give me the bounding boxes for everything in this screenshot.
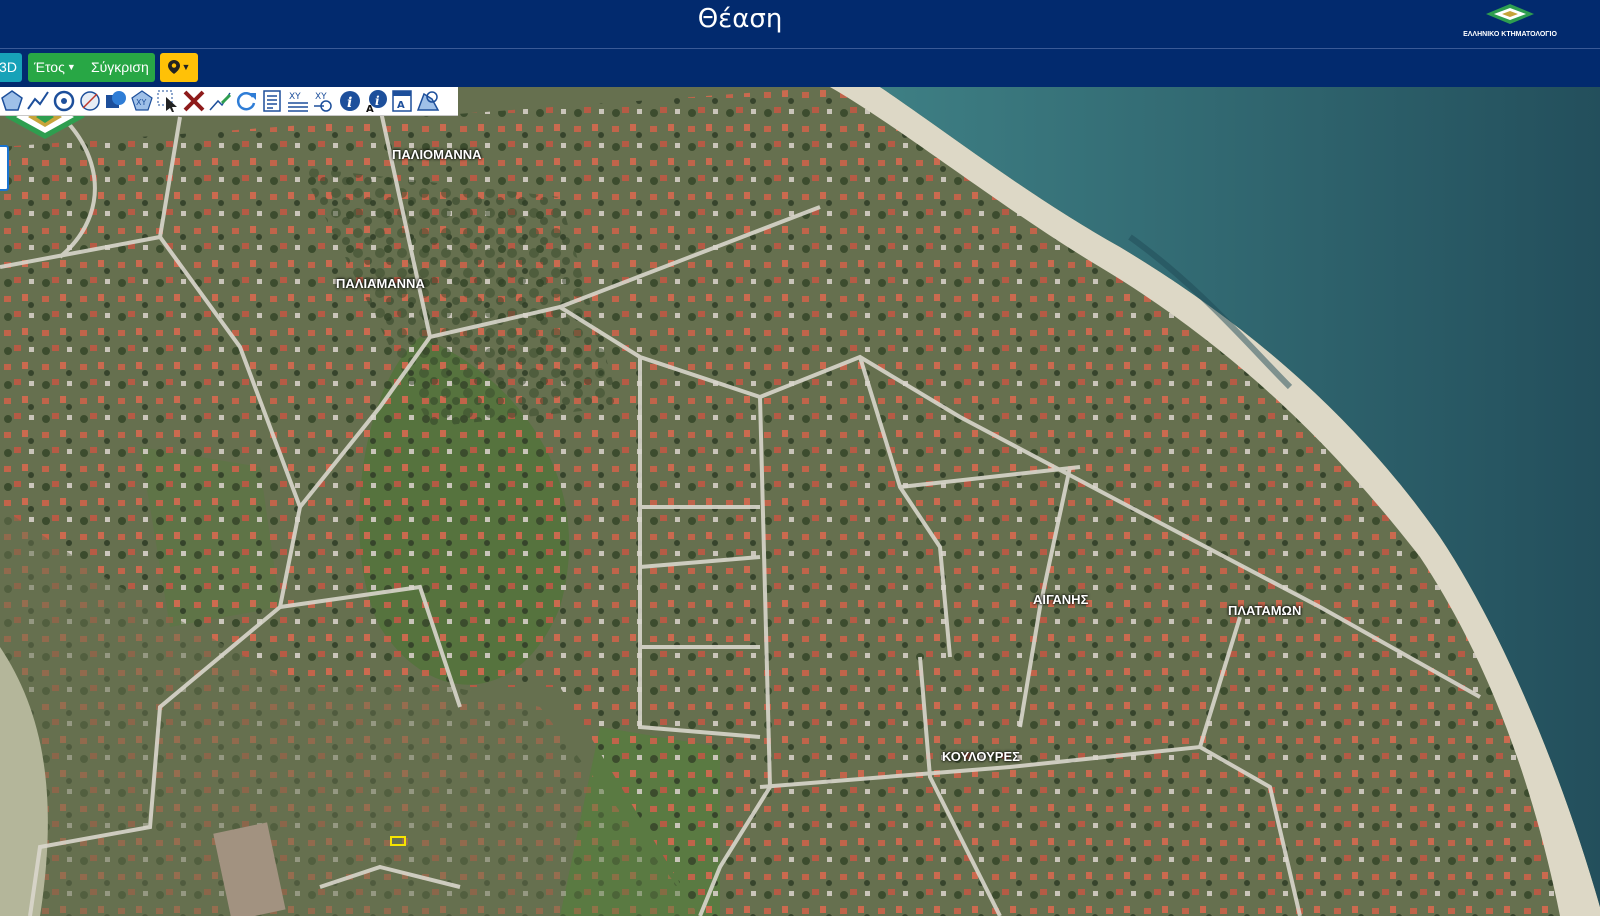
circle-icon: [53, 90, 75, 112]
year-compare-group: Έτος ▼ Σύγκριση: [28, 53, 155, 82]
year-label: Έτος: [34, 59, 65, 75]
ktimatologio-logo: ΕΛΛΗΝΙΚΟ ΚΤΗΜΑΤΟΛΟΓΙΟ: [1460, 2, 1560, 42]
map-view[interactable]: ΠΑΛΙΟΜΑΝΝΑ ΠΑΛΙΑΜΑΝΝΑ ΑΙΓΑΝΗΣ ΠΛΑΤΑΜΩΝ Κ…: [0, 87, 1600, 916]
xy-polygon-tool[interactable]: XY: [130, 89, 154, 113]
place-label-kouloures: ΚΟΥΛΟΥΡΕΣ: [942, 749, 1020, 764]
print-tool[interactable]: A: [390, 89, 414, 113]
svg-text:i: i: [375, 94, 380, 108]
shape-fill-icon: [106, 91, 126, 108]
xy-goto-icon: XY: [314, 92, 332, 112]
refresh-icon: [236, 92, 256, 111]
info-text-tool[interactable]: iA: [364, 89, 388, 115]
info-icon: i: [340, 91, 360, 111]
report-tool[interactable]: [260, 89, 284, 113]
area-tool[interactable]: [416, 89, 440, 113]
refresh-tool[interactable]: [234, 89, 258, 113]
area-icon: [416, 91, 440, 111]
place-label-paliamanna: ΠΑΛΙΑΜΑΝΝΑ: [336, 276, 425, 291]
report-icon: [263, 90, 281, 112]
logo-text: ΕΛΛΗΝΙΚΟ ΚΤΗΜΑΤΟΛΟΓΙΟ: [1463, 31, 1557, 38]
polygon-tool[interactable]: [0, 89, 24, 113]
xy-polygon-icon: XY: [131, 90, 153, 111]
shape-fill-tool[interactable]: [104, 89, 128, 113]
year-dropdown-button[interactable]: Έτος ▼: [34, 53, 76, 82]
location-dropdown-button[interactable]: ▼: [160, 53, 198, 82]
print-icon: A: [392, 90, 412, 112]
caret-down-icon: ▼: [181, 62, 191, 72]
page-title: Θέαση: [697, 4, 783, 34]
svg-text:A: A: [366, 104, 374, 113]
svg-text:XY: XY: [136, 98, 146, 107]
polyline-tool[interactable]: [26, 89, 50, 113]
svg-text:XY: XY: [289, 92, 301, 102]
freehand-tool[interactable]: [78, 89, 102, 113]
place-label-paliomanna: ΠΑΛΙΟΜΑΝΝΑ: [392, 147, 482, 162]
select-icon: [157, 90, 177, 112]
view-3d-button[interactable]: 3D: [0, 53, 22, 82]
map-marker-icon: [167, 60, 180, 74]
button-bar: 3D Έτος ▼ Σύγκριση ▼: [0, 49, 1600, 87]
app-header: Θέαση ΕΛΛΗΝΙΚΟ ΚΤΗΜΑΤΟΛΟΓΙΟ: [0, 0, 1600, 49]
side-panel-handle[interactable]: [0, 145, 9, 191]
xy-coordinates-tool[interactable]: XY: [286, 89, 310, 113]
xy-goto-tool[interactable]: XY: [312, 89, 336, 113]
delete-icon: [183, 90, 205, 112]
polyline-icon: [27, 91, 49, 110]
svg-text:i: i: [347, 95, 352, 111]
aerial-imagery: [0, 87, 1600, 916]
place-label-aiganis: ΑΙΓΑΝΗΣ: [1033, 592, 1089, 607]
circle-tool[interactable]: [52, 89, 76, 113]
drawing-toolbar: XY XY XY i iA A: [0, 87, 458, 116]
info-tool[interactable]: i: [338, 89, 362, 113]
xy-coordinates-icon: XY: [288, 92, 308, 112]
measure-tool[interactable]: [208, 89, 232, 113]
place-label-platamon: ΠΛΑΤΑΜΩΝ: [1228, 603, 1302, 618]
compare-button[interactable]: Σύγκριση: [91, 53, 149, 82]
svg-text:A: A: [397, 100, 405, 111]
caret-down-icon: ▼: [66, 62, 76, 72]
polygon-icon: [1, 90, 23, 111]
select-tool[interactable]: [156, 89, 180, 113]
measure-icon: [209, 92, 232, 111]
info-text-icon: iA: [366, 90, 387, 115]
delete-tool[interactable]: [182, 89, 206, 113]
logo-emblem: [1486, 4, 1534, 24]
freehand-icon: [80, 91, 100, 111]
